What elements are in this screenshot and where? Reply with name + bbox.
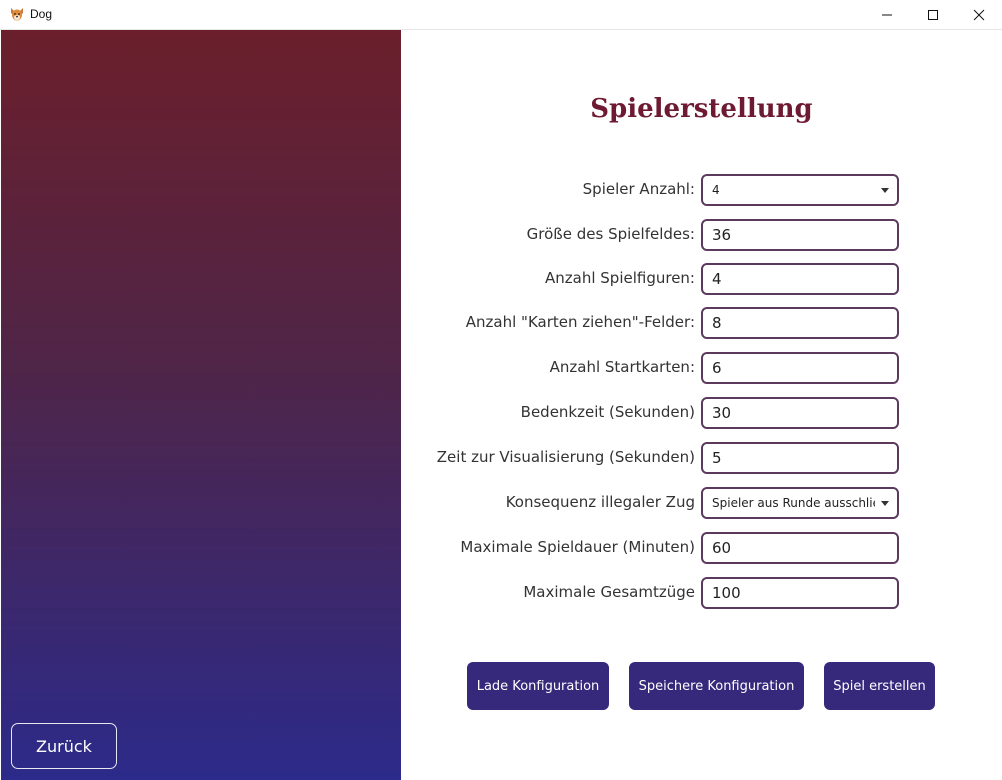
close-button[interactable]: [956, 0, 1002, 30]
pieces-label: Anzahl Spielfiguren:: [545, 269, 695, 287]
illegal-move-select[interactable]: Spieler aus Runde ausschließen: [701, 487, 899, 519]
chevron-down-icon: [881, 501, 889, 506]
dog-icon: [9, 6, 25, 22]
think-time-input[interactable]: 30: [701, 397, 899, 429]
player-count-label: Spieler Anzahl:: [582, 180, 695, 198]
minimize-icon: [882, 14, 892, 16]
window-title: Dog: [30, 7, 53, 21]
illegal-move-label: Konsequenz illegaler Zug: [505, 493, 695, 511]
board-size-label: Größe des Spielfeldes:: [526, 225, 695, 243]
form-row-board-size: Größe des Spielfeldes: 36: [401, 219, 1002, 251]
form-row-visualization-time: Zeit zur Visualisierung (Sekunden) 5: [401, 442, 1002, 474]
think-time-label: Bedenkzeit (Sekunden): [520, 403, 695, 421]
pieces-input[interactable]: 4: [701, 263, 899, 295]
max-duration-input[interactable]: 60: [701, 532, 899, 564]
form-row-max-moves: Maximale Gesamtzüge 100: [401, 577, 1002, 609]
player-count-select[interactable]: 4: [701, 174, 899, 206]
form-row-player-count: Spieler Anzahl: 4: [401, 174, 1002, 206]
sidebar-panel: Zurück: [1, 30, 401, 780]
create-game-button[interactable]: Spiel erstellen: [824, 662, 935, 710]
visualization-time-value: 5: [712, 449, 722, 467]
form-row-max-duration: Maximale Spieldauer (Minuten) 60: [401, 532, 1002, 564]
save-config-button[interactable]: Speichere Konfiguration: [629, 662, 804, 710]
form-row-pieces: Anzahl Spielfiguren: 4: [401, 263, 1002, 295]
board-size-value: 36: [712, 226, 732, 244]
player-count-value: 4: [712, 183, 720, 197]
max-duration-label: Maximale Spieldauer (Minuten): [460, 538, 695, 556]
chevron-down-icon: [881, 188, 889, 193]
draw-fields-value: 8: [712, 314, 722, 332]
max-moves-input[interactable]: 100: [701, 577, 899, 609]
visualization-time-input[interactable]: 5: [701, 442, 899, 474]
maximize-button[interactable]: [910, 0, 956, 30]
close-icon: [973, 9, 985, 21]
think-time-value: 30: [712, 404, 732, 422]
back-button[interactable]: Zurück: [11, 723, 117, 769]
draw-fields-input[interactable]: 8: [701, 307, 899, 339]
draw-fields-label: Anzahl "Karten ziehen"-Felder:: [465, 313, 695, 331]
title-bar: Dog: [0, 0, 1002, 30]
illegal-move-value: Spieler aus Runde ausschließen: [712, 496, 875, 510]
start-cards-input[interactable]: 6: [701, 352, 899, 384]
form-row-start-cards: Anzahl Startkarten: 6: [401, 352, 1002, 384]
form-row-think-time: Bedenkzeit (Sekunden) 30: [401, 397, 1002, 429]
board-size-input[interactable]: 36: [701, 219, 899, 251]
pieces-value: 4: [712, 270, 722, 288]
minimize-button[interactable]: [864, 0, 910, 30]
max-moves-value: 100: [712, 584, 741, 602]
form-row-illegal-move: Konsequenz illegaler Zug Spieler aus Run…: [401, 487, 1002, 519]
visualization-time-label: Zeit zur Visualisierung (Sekunden): [436, 448, 695, 466]
page-title: Spielerstellung: [590, 94, 813, 124]
maximize-icon: [928, 10, 938, 20]
form-row-draw-fields: Anzahl "Karten ziehen"-Felder: 8: [401, 307, 1002, 339]
max-duration-value: 60: [712, 539, 732, 557]
start-cards-label: Anzahl Startkarten:: [549, 358, 695, 376]
max-moves-label: Maximale Gesamtzüge: [523, 583, 695, 601]
start-cards-value: 6: [712, 359, 722, 377]
load-config-button[interactable]: Lade Konfiguration: [467, 662, 609, 710]
